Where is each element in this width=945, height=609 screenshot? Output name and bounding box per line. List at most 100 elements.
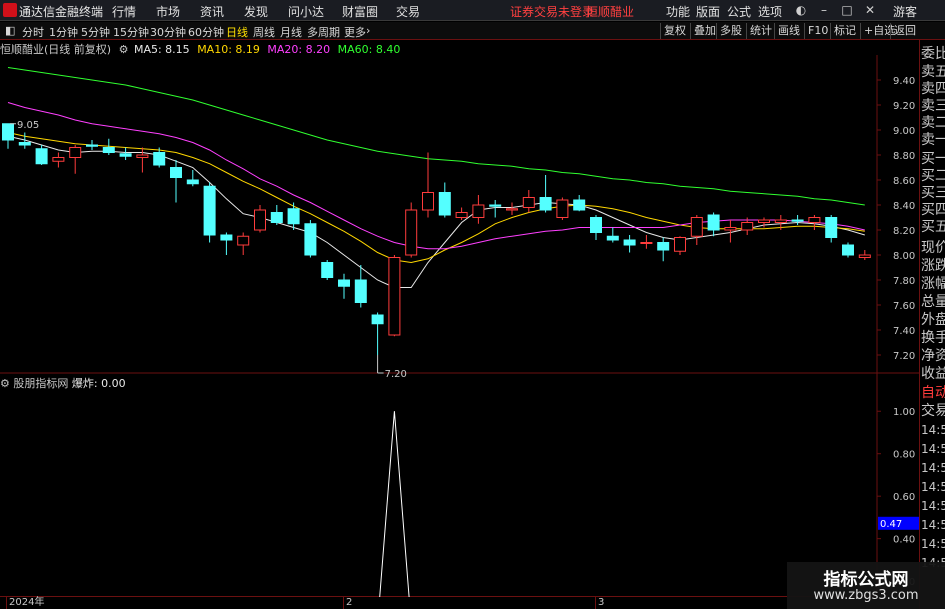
label-bid1: 买一 — [921, 151, 945, 167]
price-tick-label: 8.40 — [893, 201, 915, 212]
tab-multi-period[interactable]: 多周期 — [307, 24, 340, 40]
menu-market[interactable]: 市场 — [156, 3, 180, 20]
candle-body-up — [808, 217, 821, 223]
indicator-tick-label: 0.40 — [893, 535, 915, 546]
candle-body-down — [2, 123, 14, 141]
label-ask2: 卖二 — [921, 115, 945, 131]
tab-60min[interactable]: 60分钟 — [188, 24, 224, 40]
trade-time: 14:56 — [921, 423, 945, 437]
indicator-value: 爆炸: 0.00 — [71, 377, 126, 390]
minimize-icon[interactable]: – — [816, 2, 832, 18]
btn-draw[interactable]: 画线 — [774, 23, 803, 39]
candle-body-up — [506, 208, 518, 211]
menu-news[interactable]: 资讯 — [200, 3, 224, 20]
trade-time: 14:56 — [921, 518, 945, 532]
btn-f10[interactable]: F10 — [804, 23, 831, 39]
candle-body-up — [690, 217, 703, 237]
candle-body-down — [842, 244, 854, 256]
collapse-icon[interactable]: ◧ — [5, 24, 15, 37]
tab-daily[interactable]: 日线 — [226, 24, 248, 40]
tab-monthly[interactable]: 月线 — [280, 24, 302, 40]
price-tick-label: 7.80 — [893, 276, 915, 287]
candle-body-down — [825, 217, 838, 238]
btn-multi-stock[interactable]: 多股 — [716, 23, 745, 39]
candle-body-down — [657, 242, 670, 251]
candle-body-down — [270, 212, 283, 223]
candle-body-down — [606, 235, 619, 241]
tab-more[interactable]: 更多 — [344, 24, 366, 40]
label-bid4: 买四 — [921, 202, 945, 218]
btn-back[interactable]: 返回 — [890, 23, 919, 39]
candle-body-up — [237, 235, 250, 246]
menu-formula[interactable]: 公式 — [727, 3, 751, 20]
tab-5min[interactable]: 5分钟 — [81, 24, 110, 40]
menu-quotes[interactable]: 行情 — [112, 3, 136, 20]
login-warning[interactable]: 证券交易未登录 — [510, 3, 594, 20]
trade-time: 14:56 — [921, 442, 945, 456]
price-tick-label: 7.20 — [893, 351, 915, 362]
candle-body-up — [52, 157, 65, 162]
menu-layout[interactable]: 版面 — [696, 3, 720, 20]
maximize-icon[interactable]: □ — [839, 2, 855, 18]
tab-weekly[interactable]: 周线 — [253, 24, 275, 40]
close-icon[interactable]: ✕ — [862, 2, 878, 18]
candle-body-down — [102, 147, 115, 153]
candle-body-down — [186, 179, 199, 185]
label-bid5: 买五 — [921, 219, 945, 235]
high-price-label: 9.05 — [17, 120, 39, 131]
menu-discover[interactable]: 发现 — [244, 3, 268, 20]
label-ask4: 卖四 — [921, 81, 945, 97]
indicator-settings-icon[interactable]: ⚙ — [0, 377, 10, 390]
tab-15min[interactable]: 15分钟 — [113, 24, 149, 40]
btn-adjust[interactable]: 复权 — [660, 23, 689, 39]
tab-30min[interactable]: 30分钟 — [150, 24, 186, 40]
candle-body-down — [287, 208, 300, 225]
date-label: 2024年 — [6, 597, 44, 609]
label-price: 现价 — [921, 240, 945, 256]
price-tick-label: 8.60 — [893, 176, 915, 187]
tab-auto[interactable]: 自动 — [921, 385, 945, 402]
label-change-pct: 涨幅 — [921, 276, 945, 292]
candle-body-down — [18, 142, 31, 146]
header-stock-name: 恒顺醋业 — [586, 5, 635, 19]
label-change: 涨跌 — [921, 258, 945, 274]
label-order-ratio: 委比 — [921, 46, 945, 62]
candle-body-up — [758, 219, 770, 223]
menu-function[interactable]: 功能 — [666, 3, 690, 20]
menu-ask[interactable]: 问小达 — [288, 3, 324, 20]
tab-intraday[interactable]: 分时 — [22, 24, 44, 40]
menu-wealth[interactable]: 财富圈 — [342, 3, 378, 20]
candle-body-down — [539, 197, 552, 211]
candle-body-down — [119, 153, 132, 157]
candle-body-up — [522, 197, 535, 208]
menu-trade[interactable]: 交易 — [396, 3, 420, 20]
candle-body-up — [455, 212, 468, 218]
skin-icon[interactable]: ◐ — [793, 2, 809, 18]
more-chevron-icon[interactable]: › — [366, 24, 370, 37]
candle-body-down — [170, 167, 182, 178]
kline-chart[interactable]: 7.20 7.40 7.60 7.80 8.00 8.20 8.40 8.60 8.80 9.00… — [0, 55, 919, 597]
candle-body-up — [556, 199, 569, 218]
label-outer-vol: 外盘 — [921, 312, 945, 328]
menu-options[interactable]: 选项 — [758, 3, 782, 20]
btn-mark[interactable]: 标记 — [830, 23, 859, 39]
watermark: 指标公式网 www.zbgs3.com — [787, 562, 945, 609]
candle-body-down — [707, 214, 720, 231]
candle-body-up — [388, 257, 401, 336]
candle-body-up — [741, 222, 754, 231]
menu-bar: 通达信金融终端 行情 市场 资讯 发现 问小达 财富圈 交易 证券交易未登录 恒… — [0, 0, 945, 21]
tab-1min[interactable]: 1分钟 — [49, 24, 78, 40]
candle-body-down — [321, 262, 334, 278]
app-logo-icon — [3, 3, 17, 17]
user-guest[interactable]: 游客 — [893, 3, 917, 20]
watermark-title: 指标公式网 — [823, 570, 909, 590]
quote-panel: 委比 卖五 卖四 卖三 卖二 卖一 买一 买二 买三 买四 买五 现价 涨跌 涨… — [919, 40, 945, 609]
btn-stats[interactable]: 统计 — [746, 23, 775, 39]
indicator-tick-label: 1.00 — [893, 407, 915, 418]
watermark-url: www.zbgs3.com — [813, 588, 919, 603]
candle-body-up — [136, 154, 149, 158]
tab-trades[interactable]: 交易 — [921, 403, 945, 420]
indicator-info-line: ⚙ 股朋指标网 爆炸: 0.00 — [0, 375, 126, 390]
btn-overlay[interactable]: 叠加 — [690, 23, 719, 39]
date-label: 2 — [343, 597, 352, 609]
